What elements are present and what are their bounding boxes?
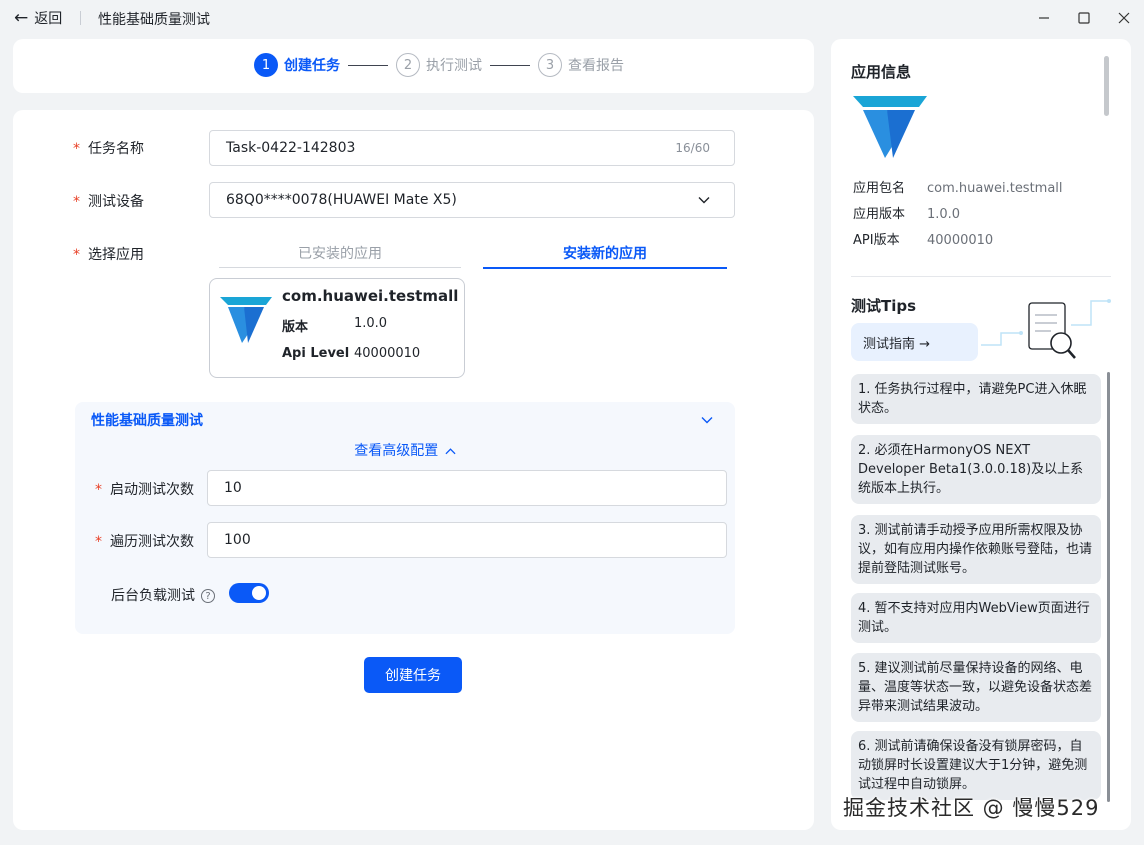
create-task-button[interactable]: 创建任务 bbox=[364, 657, 462, 693]
tip-item: 3. 测试前请手动授予应用所需权限及协议，如有应用内操作依赖账号登陆，也请提前登… bbox=[851, 515, 1101, 584]
title-bar: ← 返回 性能基础质量测试 bbox=[0, 0, 1144, 36]
scrollbar[interactable] bbox=[1104, 56, 1109, 116]
required-mark: * bbox=[73, 194, 80, 210]
tip-item: 6. 测试前请确保设备没有锁屏密码，自动锁屏时长设置建议大于1分钟，避免测试过程… bbox=[851, 731, 1101, 800]
close-icon bbox=[1118, 12, 1130, 24]
device-select[interactable]: 68Q0****0078(HUAWEI Mate X5) bbox=[209, 182, 735, 218]
tip-item: 4. 暂不支持对应用内WebView页面进行测试。 bbox=[851, 593, 1101, 643]
test-guide-button[interactable]: 测试指南 → bbox=[851, 323, 978, 361]
background-load-label: 后台负载测试? bbox=[111, 585, 215, 605]
step-bar: 1 创建任务 2 执行测试 3 查看报告 bbox=[13, 39, 814, 93]
watermark: 掘金技术社区 @ 慢慢529 bbox=[843, 796, 1100, 820]
chevron-down-icon[interactable] bbox=[701, 414, 713, 426]
task-name-value: Task-0422-142803 bbox=[226, 140, 356, 156]
tips-title: 测试Tips bbox=[851, 297, 917, 315]
side-panel: 应用信息 应用包名 com.huawei.testmall 应用版本 1.0.0 A… bbox=[831, 39, 1131, 830]
required-mark: * bbox=[73, 247, 80, 263]
background-load-toggle[interactable] bbox=[229, 583, 269, 603]
chevron-down-icon bbox=[698, 197, 710, 204]
traverse-count-label: * 遍历测试次数 bbox=[95, 534, 194, 550]
task-name-label: * 任务名称 bbox=[73, 141, 144, 157]
required-mark: * bbox=[95, 482, 102, 498]
step-view-report: 3 查看报告 bbox=[538, 53, 624, 77]
tab-install-new-app[interactable]: 安装新的应用 bbox=[483, 243, 727, 269]
step-label: 执行测试 bbox=[426, 58, 482, 74]
back-button[interactable]: ← 返回 bbox=[14, 8, 62, 28]
window-controls bbox=[1024, 0, 1144, 36]
maximize-icon bbox=[1078, 12, 1090, 24]
tab-installed-apps[interactable]: 已安装的应用 bbox=[219, 243, 461, 268]
step-connector bbox=[348, 64, 388, 66]
step-label: 查看报告 bbox=[568, 58, 624, 74]
perf-test-section: 性能基础质量测试 查看高级配置 * 启动测试次数 10 * 遍历测试次数 100 后… bbox=[75, 402, 735, 634]
info-row-api: API版本 40000010 bbox=[853, 233, 994, 248]
step-create-task: 1 创建任务 bbox=[254, 53, 340, 77]
title-divider bbox=[80, 11, 81, 25]
help-icon[interactable]: ? bbox=[201, 589, 215, 603]
step-number: 2 bbox=[396, 53, 420, 77]
launch-count-label: * 启动测试次数 bbox=[95, 482, 194, 498]
close-button[interactable] bbox=[1104, 0, 1144, 36]
advanced-config-toggle[interactable]: 查看高级配置 bbox=[75, 440, 735, 460]
app-package-name: com.huawei.testmall bbox=[282, 287, 459, 305]
device-label: * 测试设备 bbox=[73, 194, 144, 210]
step-number: 1 bbox=[254, 53, 278, 77]
launch-count-input[interactable]: 10 bbox=[207, 470, 727, 506]
step-label: 创建任务 bbox=[284, 58, 340, 74]
task-name-input[interactable]: Task-0422-142803 16/60 bbox=[209, 130, 735, 166]
char-counter: 16/60 bbox=[675, 141, 710, 155]
app-info-title: 应用信息 bbox=[851, 63, 912, 81]
advanced-config-label: 查看高级配置 bbox=[354, 443, 439, 459]
api-level-key: Api Level bbox=[282, 346, 350, 361]
required-mark: * bbox=[95, 534, 102, 550]
info-row-package: 应用包名 com.huawei.testmall bbox=[853, 181, 1063, 196]
app-label: * 选择应用 bbox=[73, 247, 144, 263]
section-title[interactable]: 性能基础质量测试 bbox=[91, 410, 203, 430]
version-key: 版本 bbox=[282, 320, 309, 335]
app-logo-icon bbox=[853, 96, 927, 158]
chevron-up-icon bbox=[445, 447, 456, 454]
version-value: 1.0.0 bbox=[354, 316, 388, 331]
doc-search-illustration bbox=[981, 299, 1111, 359]
tip-item: 1. 任务执行过程中，请避免PC进入休眠状态。 bbox=[851, 374, 1101, 424]
api-level-value: 40000010 bbox=[354, 346, 421, 361]
tips-scrollbar[interactable] bbox=[1107, 372, 1110, 802]
toggle-knob bbox=[252, 586, 266, 600]
back-label: 返回 bbox=[34, 11, 63, 27]
required-mark: * bbox=[73, 141, 80, 157]
step-execute-test: 2 执行测试 bbox=[396, 53, 482, 77]
traverse-count-input[interactable]: 100 bbox=[207, 522, 727, 558]
tip-item: 2. 必须在HarmonyOS NEXT Developer Beta1(3.0… bbox=[851, 435, 1101, 504]
divider bbox=[851, 276, 1111, 277]
launch-count-value: 10 bbox=[224, 480, 242, 496]
minimize-icon bbox=[1039, 17, 1049, 19]
maximize-button[interactable] bbox=[1064, 0, 1104, 36]
step-number: 3 bbox=[538, 53, 562, 77]
device-value: 68Q0****0078(HUAWEI Mate X5) bbox=[226, 192, 457, 208]
task-form: * 任务名称 Task-0422-142803 16/60 * 测试设备 68Q0*… bbox=[13, 110, 814, 830]
app-card[interactable]: com.huawei.testmall 版本 1.0.0 Api Level 4… bbox=[209, 278, 465, 378]
minimize-button[interactable] bbox=[1024, 0, 1064, 36]
back-arrow-icon: ← bbox=[14, 8, 29, 28]
window-title: 性能基础质量测试 bbox=[98, 12, 210, 28]
tip-item: 5. 建议测试前尽量保持设备的网络、电量、温度等状态一致，以避免设备状态差异带来… bbox=[851, 653, 1101, 722]
traverse-count-value: 100 bbox=[224, 532, 251, 548]
app-logo-icon bbox=[220, 297, 272, 343]
info-row-version: 应用版本 1.0.0 bbox=[853, 207, 961, 222]
step-connector bbox=[490, 64, 530, 66]
